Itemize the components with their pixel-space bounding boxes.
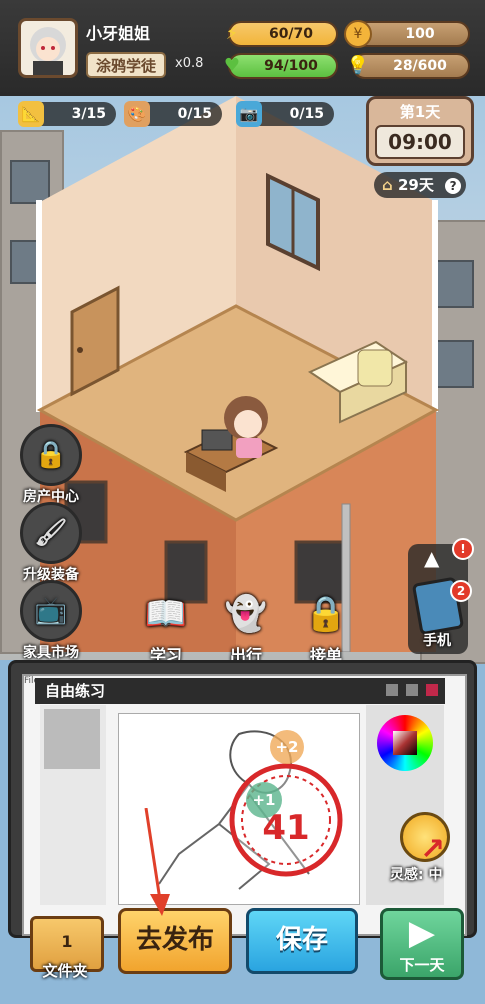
coins-value: 100	[405, 26, 435, 42]
ruler-icon: 📐	[18, 101, 44, 127]
next-day-button[interactable]: ▶ 下一天	[380, 908, 464, 980]
phone-label: 手机	[423, 633, 451, 649]
arrow-up-icon: ↗	[420, 832, 446, 867]
player-avatar[interactable]	[18, 18, 78, 78]
days-left-badge[interactable]: ⌂ 29天 ?	[374, 172, 466, 198]
house-icon: ⌂	[382, 176, 393, 194]
bonus-bubble: +2	[270, 730, 304, 764]
real-estate-button[interactable]: 🔒 房产中心	[18, 424, 84, 506]
window-title: 自由练习	[35, 678, 445, 704]
palette-icon: 🎨	[124, 101, 150, 127]
tutorial-arrow-icon	[144, 808, 170, 916]
bonus-bubble: +1	[246, 782, 282, 818]
maximize-icon[interactable]	[406, 684, 418, 696]
inspiration-level: 灵感: 中	[390, 867, 443, 883]
tool-panel	[40, 705, 106, 905]
avatar-portrait	[30, 27, 66, 75]
color-picker-square[interactable]	[393, 731, 417, 755]
day-panel: 第1天 09:00	[366, 96, 474, 166]
multiplier-label: x0.8	[175, 56, 204, 71]
book-icon: 📖	[144, 594, 188, 634]
study-button[interactable]: 📖 学习	[130, 586, 202, 666]
folder-count: 1	[61, 932, 73, 951]
lock-icon: 🔒	[20, 424, 82, 486]
camera-icon: 📷	[236, 101, 262, 127]
furniture-market-label: 家具市场	[23, 645, 79, 661]
health-value: 94/100	[264, 58, 318, 74]
lightning-icon: ⚡	[225, 23, 239, 44]
draw-skill-value: 3/15	[71, 106, 106, 122]
ideas-value: 28/600	[393, 58, 447, 74]
upgrade-equipment-button[interactable]: 🖌 升级装备	[18, 502, 84, 584]
tv-icon: 📺	[20, 580, 82, 642]
color-skill-value: 0/15	[177, 106, 212, 122]
brush-icon: 🖌	[20, 502, 82, 564]
lock-icon: 🔒	[304, 594, 348, 634]
skip-forward-icon: ▶	[408, 913, 436, 953]
day-label: 第1天	[399, 103, 441, 121]
lightbulb-icon: 💡	[346, 55, 370, 76]
player-name: 小牙姐姐	[86, 24, 151, 43]
photo-skill-value: 0/15	[289, 106, 324, 122]
heart-icon: ♥	[223, 55, 241, 76]
laptop	[201, 429, 233, 451]
save-button[interactable]: 保存	[246, 908, 358, 974]
coin-icon: ¥	[344, 20, 372, 48]
color-wheel[interactable]	[377, 715, 433, 771]
player-title-badge[interactable]: 涂鸦学徒	[86, 52, 166, 78]
take-order-button[interactable]: 🔒 接单	[290, 586, 362, 666]
phone-notification-badge: 2	[450, 580, 472, 602]
expand-alert-badge: !	[452, 538, 474, 560]
close-icon[interactable]	[426, 684, 438, 696]
next-day-label: 下一天	[399, 956, 445, 974]
folder-button[interactable]: 1 文件夹	[22, 908, 104, 980]
travel-button[interactable]: 👻 出行	[210, 586, 282, 666]
days-left-value: 29天	[397, 176, 434, 194]
time-display: 09:00	[375, 125, 465, 159]
chevron-up-icon[interactable]: ▲	[424, 546, 439, 570]
furniture-market-button[interactable]: 📺 家具市场	[18, 580, 84, 662]
ghost-icon: 👻	[224, 594, 268, 634]
energy-value: 60/70	[268, 26, 314, 42]
folder-label: 文件夹	[42, 962, 88, 980]
preview-thumbnail	[44, 709, 100, 769]
score-value: 41	[262, 808, 310, 848]
minimize-icon[interactable]	[386, 684, 398, 696]
help-icon[interactable]: ?	[445, 178, 462, 194]
